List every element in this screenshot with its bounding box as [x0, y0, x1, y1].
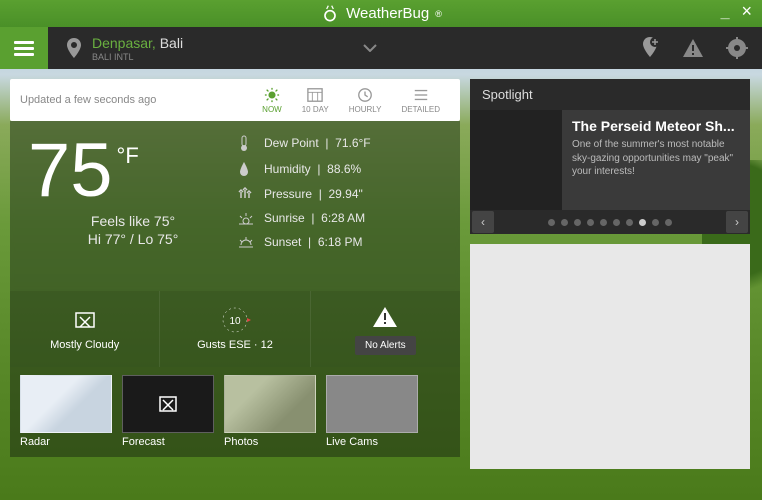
spotlight-dot[interactable]	[548, 219, 555, 226]
tab-detailed[interactable]: DETAILED	[391, 87, 450, 114]
thumb-livecams[interactable]: Live Cams	[326, 375, 418, 449]
livecams-thumbnail	[326, 375, 418, 433]
spotlight-prev-button[interactable]: ‹	[472, 211, 494, 233]
detail-humidity: Humidity | 88.6%	[238, 161, 442, 177]
spotlight-dot[interactable]	[587, 219, 594, 226]
alerts-icon[interactable]	[682, 38, 704, 58]
temperature-unit: °F	[117, 143, 139, 169]
location-region: Bali	[160, 35, 183, 51]
wind-label: Gusts ESE · 12	[197, 339, 273, 351]
spotlight-dot[interactable]	[639, 219, 646, 226]
thumb-photos[interactable]: Photos	[224, 375, 316, 449]
location-selector[interactable]: Denpasar, Bali BALI INTL	[92, 35, 183, 62]
hi-lo: Hi 77° / Lo 75°	[28, 231, 238, 247]
wind-cell: 10 Gusts ESE · 12	[160, 291, 310, 367]
nav-bar: Denpasar, Bali BALI INTL	[0, 27, 762, 69]
location-dropdown-icon[interactable]	[363, 44, 377, 52]
sunset-icon	[238, 235, 254, 249]
droplet-icon	[238, 161, 254, 177]
detail-dewpoint: Dew Point | 71.6°F	[238, 135, 442, 151]
app-name: WeatherBug	[346, 5, 429, 22]
spotlight-dot[interactable]	[561, 219, 568, 226]
title-bar: WeatherBug ® _ ×	[0, 0, 762, 27]
calendar-icon	[306, 87, 324, 103]
sun-icon	[263, 87, 281, 103]
detail-pressure: Pressure | 29.94"	[238, 187, 442, 201]
radar-thumbnail	[20, 375, 112, 433]
wind-gauge-icon: 10	[215, 307, 255, 333]
no-alerts-button[interactable]: No Alerts	[355, 336, 416, 355]
location-pin-icon	[66, 38, 82, 58]
spotlight-title: The Perseid Meteor Sh...	[572, 118, 740, 134]
cloud-icon	[72, 307, 98, 333]
hamburger-icon	[14, 38, 34, 59]
tab-detailed-label: DETAILED	[401, 105, 440, 114]
spotlight-image	[470, 110, 562, 210]
tab-hourly-label: HOURLY	[349, 105, 382, 114]
pressure-icon	[238, 187, 254, 201]
spotlight-dot[interactable]	[652, 219, 659, 226]
feels-like: Feels like 75°	[28, 213, 238, 229]
detail-sunrise: Sunrise | 6:28 AM	[238, 211, 442, 225]
svg-text:10: 10	[229, 316, 241, 327]
spotlight-pagination: ‹ ›	[470, 210, 750, 234]
tab-hourly[interactable]: HOURLY	[339, 87, 392, 114]
thumb-forecast[interactable]: Forecast	[122, 375, 214, 449]
clock-icon	[356, 87, 374, 103]
sunrise-icon	[238, 211, 254, 225]
forecast-thumbnail	[122, 375, 214, 433]
photos-thumbnail	[224, 375, 316, 433]
tabs-bar: Updated a few seconds ago NOW 10 DAY HOU…	[10, 79, 460, 121]
app-logo: WeatherBug ®	[320, 4, 442, 24]
location-sub: BALI INTL	[92, 52, 183, 62]
tab-now[interactable]: NOW	[252, 87, 292, 114]
condition-cell: Mostly Cloudy	[10, 291, 160, 367]
temperature-value: 75	[28, 135, 113, 207]
thermometer-icon	[238, 135, 254, 151]
close-button[interactable]: ×	[741, 4, 752, 22]
spotlight-panel: Spotlight The Perseid Meteor Sh... One o…	[470, 79, 750, 234]
tab-now-label: NOW	[262, 105, 282, 114]
spotlight-next-button[interactable]: ›	[726, 211, 748, 233]
detail-sunset: Sunset | 6:18 PM	[238, 235, 442, 249]
trademark: ®	[435, 9, 442, 19]
condition-label: Mostly Cloudy	[50, 339, 119, 351]
spotlight-dot[interactable]	[665, 219, 672, 226]
weatherbug-icon	[320, 4, 340, 24]
minimize-button[interactable]: _	[721, 4, 730, 22]
tab-10day-label: 10 DAY	[302, 105, 329, 114]
alerts-cell: No Alerts	[311, 291, 460, 367]
settings-icon[interactable]	[726, 37, 748, 59]
spotlight-dot[interactable]	[626, 219, 633, 226]
ad-placeholder	[470, 244, 750, 469]
location-city: Denpasar,	[92, 35, 156, 51]
spotlight-heading: Spotlight	[470, 79, 750, 110]
add-location-icon[interactable]	[640, 37, 660, 59]
spotlight-card[interactable]: The Perseid Meteor Sh... One of the summ…	[470, 110, 750, 210]
thumbnails-row: Radar Forecast Photos Live Cams	[10, 367, 460, 457]
weather-panel: 75 °F Feels like 75° Hi 77° / Lo 75° Dew…	[10, 121, 460, 291]
thumb-radar[interactable]: Radar	[20, 375, 112, 449]
updated-label: Updated a few seconds ago	[20, 94, 252, 106]
menu-button[interactable]	[0, 27, 48, 69]
alert-triangle-icon	[372, 304, 398, 330]
spotlight-dot[interactable]	[574, 219, 581, 226]
spotlight-dot[interactable]	[600, 219, 607, 226]
spotlight-dot[interactable]	[613, 219, 620, 226]
tab-10day[interactable]: 10 DAY	[292, 87, 339, 114]
status-row: Mostly Cloudy 10 Gusts ESE · 12 No Alert…	[10, 291, 460, 367]
list-icon	[412, 87, 430, 103]
spotlight-desc: One of the summer's most notable sky-gaz…	[572, 138, 740, 179]
